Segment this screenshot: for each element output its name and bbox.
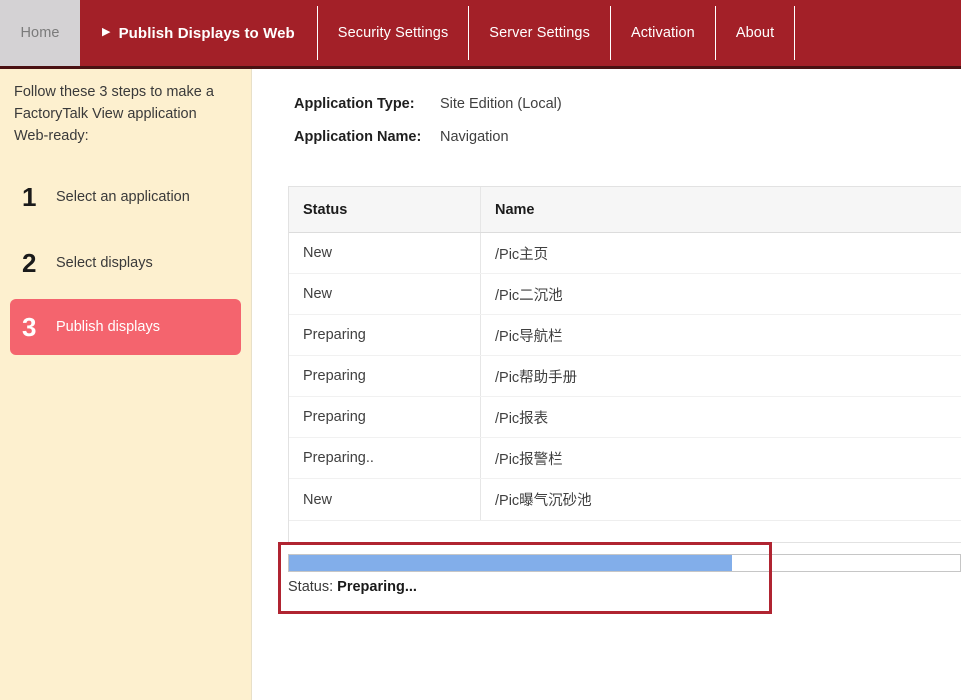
sidebar-step-select-displays[interactable]: 2 Select displays — [10, 235, 241, 291]
application-name-row: Application Name: Navigation — [294, 129, 562, 162]
nav-tab-activation-label: Activation — [630, 25, 695, 41]
step-3-label: Publish displays — [56, 319, 160, 335]
cell-status: Preparing.. — [289, 438, 481, 478]
table-row[interactable]: New/Pic曝气沉砂池 — [289, 479, 961, 520]
triangle-right-icon: ▶ — [102, 25, 111, 38]
step-2-number: 2 — [22, 247, 37, 278]
table-row[interactable]: Preparing.. /Pic报警栏 — [289, 438, 961, 479]
table-row[interactable]: Preparing/Pic帮助手册 — [289, 356, 961, 397]
cell-status: Preparing — [289, 356, 481, 396]
nav-tab-about[interactable]: About — [716, 0, 794, 66]
displays-table-body: New/Pic主页 New/Pic二沉池 Preparing/Pic导航栏 Prepa… — [289, 233, 961, 520]
nav-tab-activation[interactable]: Activation — [611, 0, 715, 66]
sidebar-step-publish-displays[interactable]: 3 Publish displays — [10, 299, 241, 355]
step-2-label: Select displays — [56, 255, 153, 271]
displays-table: Status Name New/Pic主页 New/Pic二沉池 Preparing… — [288, 186, 961, 543]
sidebar-intro-text: Follow these 3 steps to make a FactoryTa… — [14, 84, 214, 144]
main-navigation-bar: Home ▶ Publish Displays to Web Security … — [0, 0, 961, 66]
application-type-row: Application Type: Site Edition (Local) — [294, 96, 562, 129]
nav-tab-home-label: Home — [20, 25, 60, 41]
nav-tab-security-settings[interactable]: Security Settings — [318, 0, 469, 66]
nav-tab-server-settings[interactable]: Server Settings — [469, 0, 610, 66]
status-value: Preparing... — [337, 579, 417, 595]
cell-status: New — [289, 233, 481, 273]
step-1-number: 1 — [22, 181, 37, 212]
nav-tab-home[interactable]: Home — [0, 0, 80, 66]
nav-tab-security-label: Security Settings — [337, 25, 449, 41]
table-row[interactable]: Preparing/Pic报表 — [289, 397, 961, 438]
cell-status: New — [289, 274, 481, 314]
step-1-label: Select an application — [56, 189, 190, 205]
cell-status: New — [289, 479, 481, 520]
nav-tab-server-label: Server Settings — [489, 25, 590, 41]
column-header-name[interactable]: Name — [481, 187, 961, 232]
column-header-status[interactable]: Status — [289, 187, 481, 232]
publish-displays-to-web-window: Home ▶ Publish Displays to Web Security … — [0, 0, 961, 700]
nav-tab-about-label: About — [735, 25, 775, 41]
displays-table-footer-space — [289, 520, 961, 542]
progress-bar — [288, 554, 961, 572]
table-row[interactable]: New/Pic主页 — [289, 233, 961, 274]
table-row[interactable]: New/Pic二沉池 — [289, 274, 961, 315]
application-name-value: Navigation — [440, 129, 509, 145]
publish-progress-area: Status: Preparing... — [288, 554, 961, 595]
cell-name: /Pic导航栏 — [495, 328, 563, 345]
cell-status: Preparing — [289, 315, 481, 355]
main-content-panel: Application Type: Site Edition (Local) A… — [253, 69, 961, 700]
cell-name: /Pic曝气沉砂池 — [495, 493, 592, 509]
application-type-value: Site Edition (Local) — [440, 96, 562, 112]
progress-bar-fill — [289, 555, 732, 571]
status-label: Status: — [288, 579, 334, 595]
displays-table-header: Status Name — [289, 187, 961, 233]
nav-empty-space — [795, 0, 961, 66]
application-info: Application Type: Site Edition (Local) A… — [294, 96, 562, 162]
steps-sidebar: Follow these 3 steps to make a FactoryTa… — [0, 69, 252, 700]
cell-name: /Pic帮助手册 — [495, 369, 578, 386]
cell-status: Preparing — [289, 397, 481, 437]
cell-name: /Pic主页 — [495, 246, 549, 263]
table-row[interactable]: Preparing/Pic导航栏 — [289, 315, 961, 356]
cell-name: /Pic报表 — [495, 410, 549, 427]
cell-name: /Pic报警栏 — [495, 451, 563, 468]
cell-name: /Pic二沉池 — [495, 287, 563, 304]
application-name-label: Application Name: — [294, 129, 422, 145]
sidebar-step-select-an-application[interactable]: 1 Select an application — [10, 169, 241, 225]
nav-tab-publish-label: Publish Displays to Web — [118, 24, 295, 42]
status-line: Status: Preparing... — [288, 579, 961, 595]
application-type-label: Application Type: — [294, 96, 415, 112]
nav-tab-publish-displays-to-web[interactable]: ▶ Publish Displays to Web — [80, 0, 317, 66]
step-3-number: 3 — [22, 311, 37, 342]
